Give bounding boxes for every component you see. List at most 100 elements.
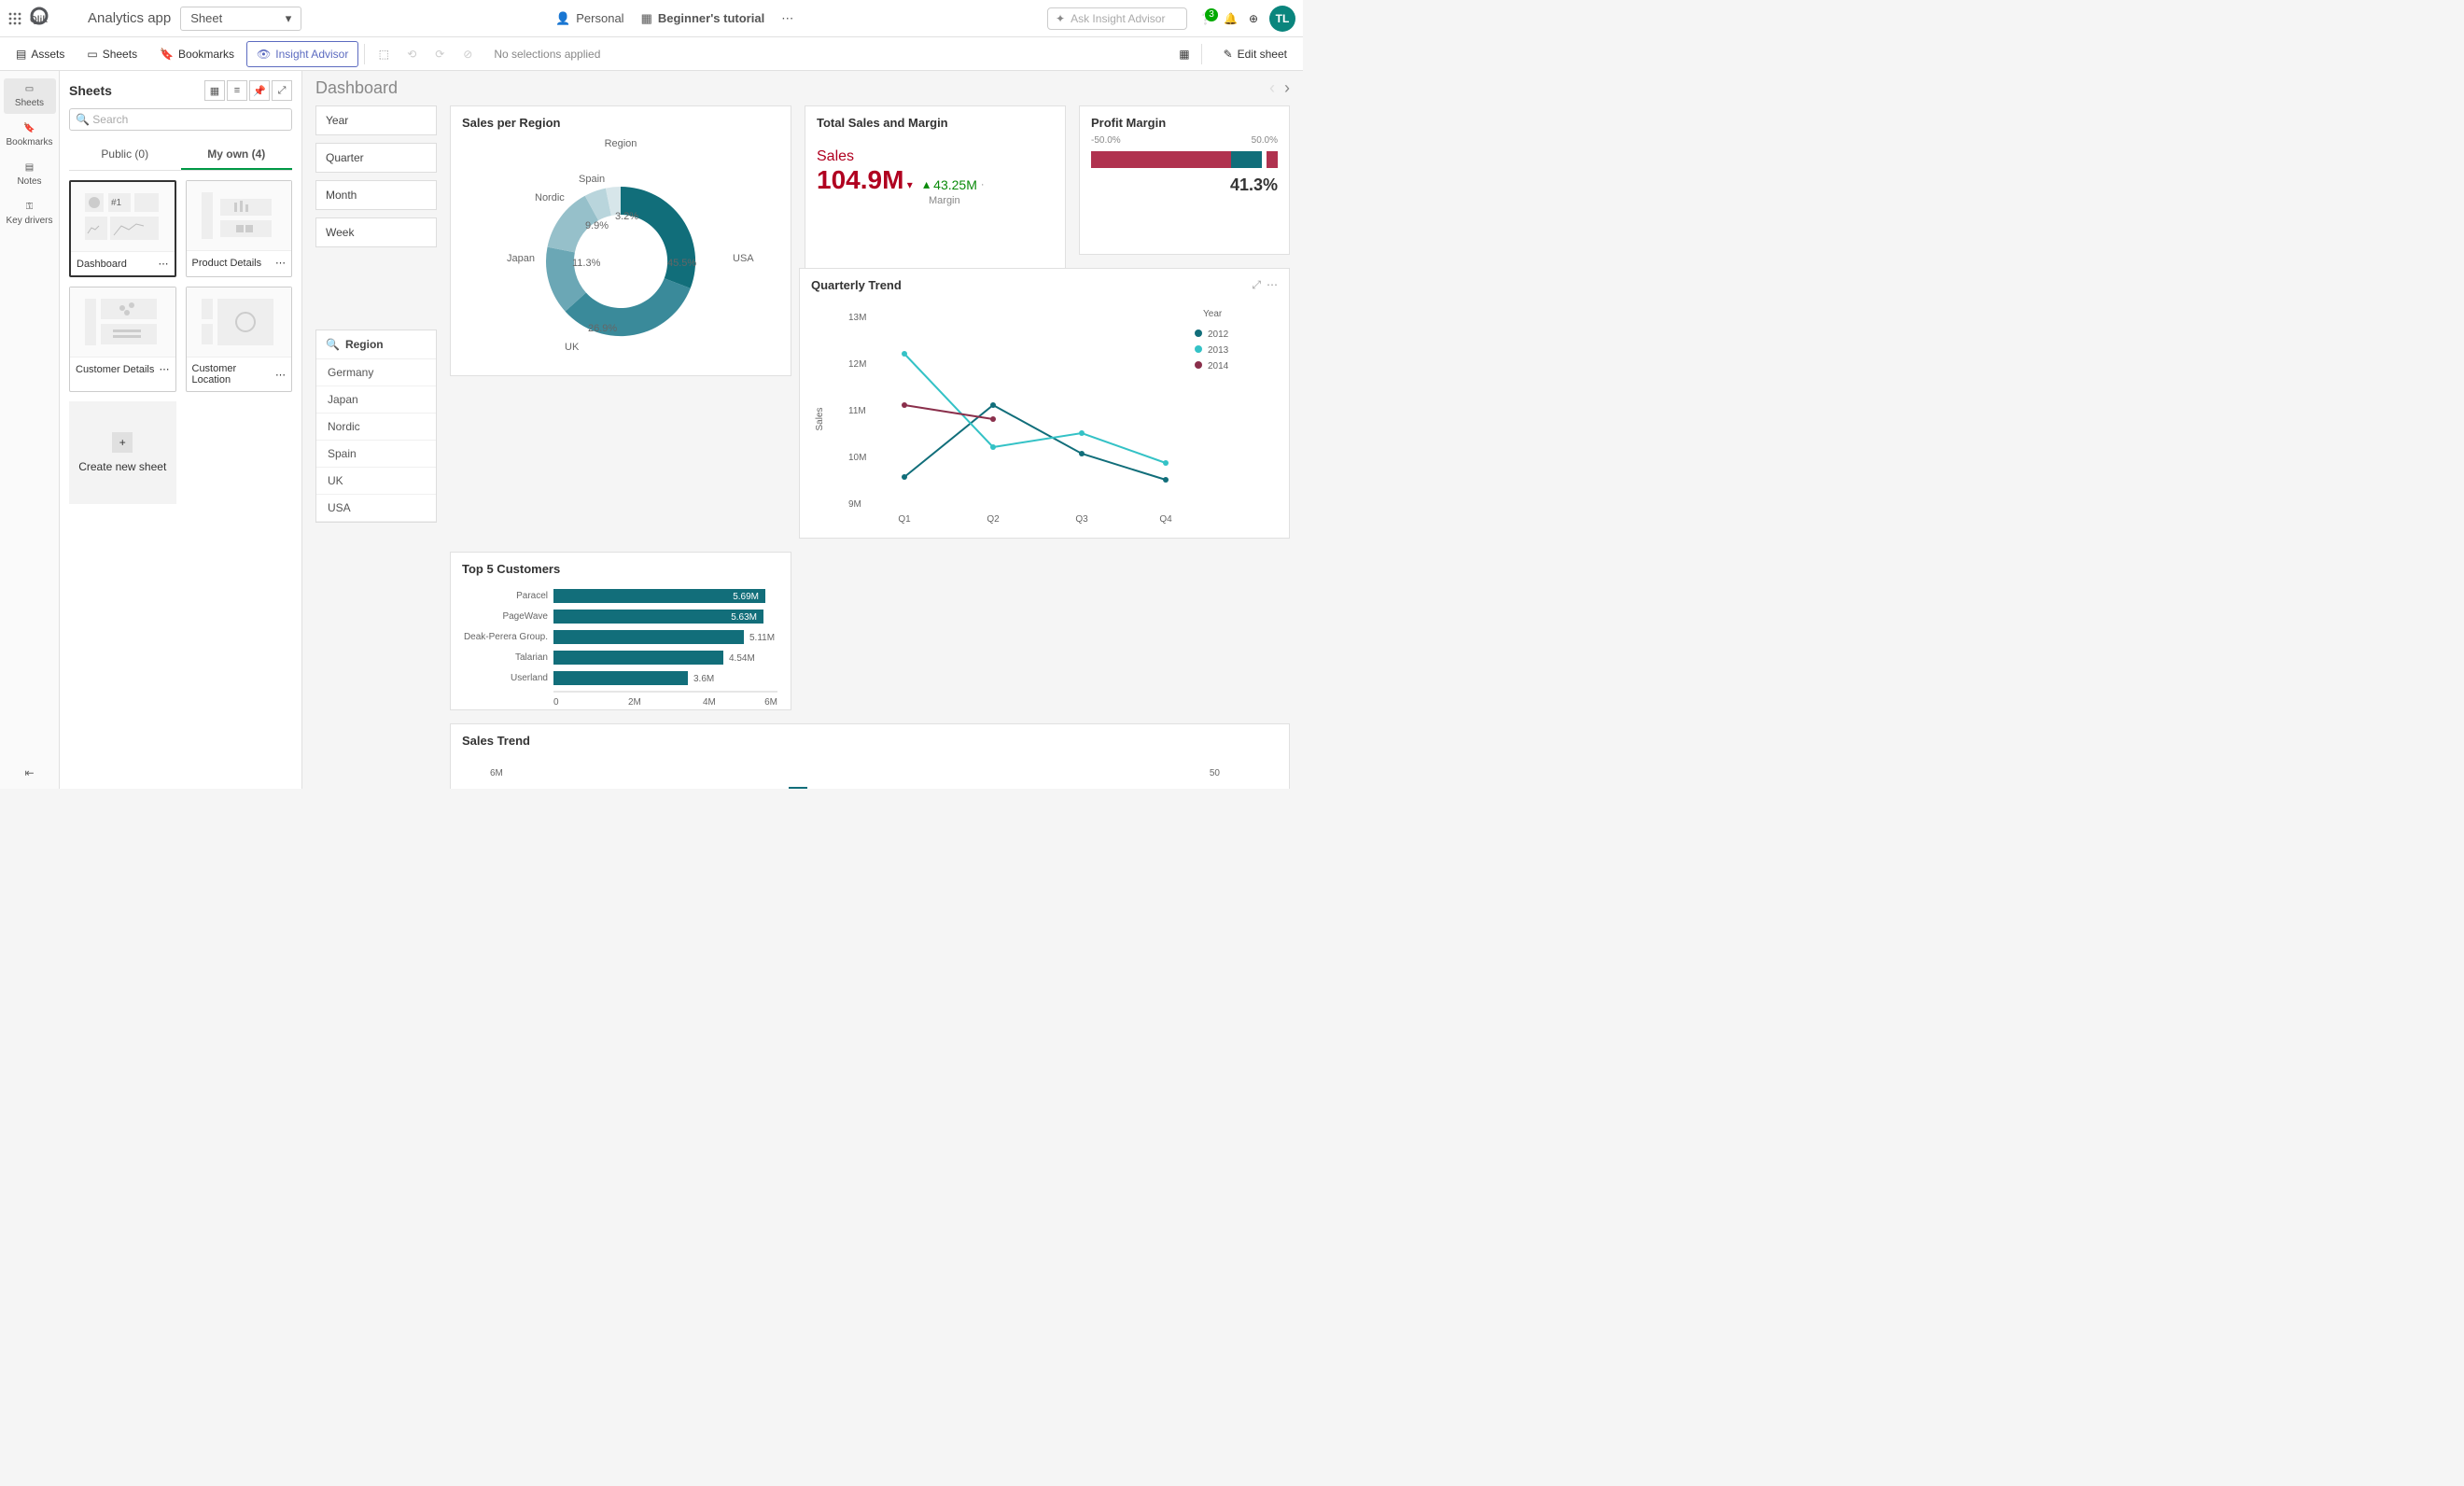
thumb-more-icon[interactable]: ⋯: [275, 369, 286, 381]
step-fwd-icon[interactable]: ⟳: [432, 47, 447, 62]
filter-month[interactable]: Month: [315, 180, 437, 210]
filter-quarter[interactable]: Quarter: [315, 143, 437, 173]
filter-week[interactable]: Week: [315, 217, 437, 247]
svg-text:4.54M: 4.54M: [729, 653, 755, 664]
rail-notes-label: Notes: [17, 176, 41, 187]
personal-button[interactable]: 👤Personal: [555, 11, 624, 26]
rail-keydrivers[interactable]: ⚿Key drivers: [4, 196, 56, 231]
region-item[interactable]: Japan: [316, 386, 436, 414]
quarterly-trend-card[interactable]: Quarterly Trend ⤢⋯ Sales 13M12M11M10M9M …: [799, 268, 1290, 539]
sheet-icon: ▭: [25, 84, 34, 94]
svg-text:Q1: Q1: [898, 514, 911, 525]
more-icon[interactable]: ⋯: [1267, 278, 1278, 298]
tab-myown[interactable]: My own (4): [181, 140, 293, 170]
svg-text:5.11M: 5.11M: [749, 633, 775, 643]
pin-icon[interactable]: 📌: [249, 80, 270, 101]
sheet-thumb-customer-location[interactable]: Customer Location⋯: [186, 287, 293, 392]
view-list-icon[interactable]: ≡: [227, 80, 247, 101]
bell-icon[interactable]: 🔔: [1224, 12, 1238, 25]
svg-text:6M: 6M: [764, 697, 777, 708]
thumb-more-icon[interactable]: ⋯: [275, 257, 286, 269]
sales-trend-card[interactable]: Sales Trend Sales Margin (%) 6M4M2M 5040…: [450, 723, 1290, 789]
search-icon[interactable]: 🔍: [326, 338, 340, 351]
profit-right-label: 50.0%: [1252, 135, 1278, 146]
svg-text:50: 50: [1210, 768, 1221, 778]
region-item[interactable]: UK: [316, 468, 436, 495]
svg-text:2013: 2013: [1208, 345, 1229, 356]
more-menu[interactable]: ⋯: [781, 11, 793, 26]
collapse-rail-icon[interactable]: ⇤: [24, 766, 34, 779]
profit-margin-card[interactable]: Profit Margin -50.0% 50.0% 41.3%: [1079, 105, 1290, 255]
view-grid-icon[interactable]: ▦: [204, 80, 225, 101]
svg-text:10M: 10M: [848, 453, 866, 463]
region-title: Region: [345, 338, 384, 351]
rail-sheets[interactable]: ▭Sheets: [4, 78, 56, 114]
svg-text:9M: 9M: [848, 499, 861, 510]
help-badge: 3: [1205, 8, 1218, 21]
region-item[interactable]: Nordic: [316, 414, 436, 441]
svg-text:USA: USA: [733, 253, 754, 264]
user-avatar[interactable]: TL: [1269, 6, 1295, 32]
assets-button[interactable]: ▤Assets: [6, 41, 75, 67]
thumb-more-icon[interactable]: ⋯: [160, 363, 170, 375]
region-item[interactable]: Germany: [316, 359, 436, 386]
app-icon: ▦: [641, 11, 652, 26]
top5-customers-card[interactable]: Top 5 Customers ParacelPageWaveDeak-Pere…: [450, 552, 791, 710]
sales-trend-chart: Sales Margin (%) 6M4M2M 504030 2012-Jan2…: [462, 753, 1246, 789]
sparkle-icon: ✦: [1056, 12, 1065, 25]
edit-sheet-button[interactable]: ✎Edit sheet: [1213, 41, 1297, 67]
sheet-thumb-customer-details[interactable]: Customer Details ⋯: [69, 287, 176, 392]
top5-chart: ParacelPageWaveDeak-Perera Group.Talaria…: [462, 582, 779, 712]
create-sheet-label: Create new sheet: [78, 460, 166, 473]
tutorial-button[interactable]: ▦Beginner's tutorial: [641, 11, 765, 26]
sales-per-region-title: Sales per Region: [462, 116, 779, 130]
sheet-dropdown[interactable]: Sheet ▾: [180, 7, 301, 31]
sheet-thumb-product[interactable]: Product Details⋯: [186, 180, 293, 277]
apps-grid-icon[interactable]: [7, 11, 22, 26]
thumb-label: Customer Details: [76, 364, 154, 375]
sheets-search[interactable]: 🔍 Search: [69, 108, 292, 131]
svg-text:Japan: Japan: [507, 253, 535, 264]
region-item[interactable]: Spain: [316, 441, 436, 468]
person-icon: 👤: [555, 11, 570, 26]
sheet-thumb-dashboard[interactable]: #1 Dashboard⋯: [69, 180, 176, 277]
tab-public[interactable]: Public (0): [69, 140, 181, 170]
add-icon[interactable]: ⊕: [1249, 12, 1258, 25]
svg-text:Talarian: Talarian: [515, 652, 548, 663]
region-item[interactable]: USA: [316, 495, 436, 522]
filter-year[interactable]: Year: [315, 105, 437, 135]
step-back-icon[interactable]: ⟲: [404, 47, 419, 62]
bookmarks-label: Bookmarks: [178, 48, 234, 61]
quarterly-trend-chart: Sales 13M12M11M10M9M Q1Q2Q3Q4: [811, 298, 1240, 536]
svg-text:4M: 4M: [703, 697, 716, 708]
svg-text:Paracel: Paracel: [516, 591, 548, 601]
next-sheet-icon[interactable]: ›: [1284, 78, 1290, 98]
rail-notes[interactable]: ▤Notes: [4, 157, 56, 192]
edit-sheet-label: Edit sheet: [1238, 48, 1287, 61]
bookmarks-button[interactable]: 🔖Bookmarks: [149, 41, 245, 67]
thumb-more-icon[interactable]: ⋯: [159, 258, 169, 270]
sheets-button[interactable]: ▭Sheets: [77, 41, 147, 67]
clear-selections-icon[interactable]: ⊘: [460, 47, 475, 62]
insight-advisor-button[interactable]: 👁Insight Advisor: [246, 41, 358, 67]
prev-sheet-icon[interactable]: ‹: [1269, 78, 1275, 98]
svg-text:Spain: Spain: [579, 174, 605, 185]
chevron-down-icon: ▾: [286, 11, 292, 26]
help-button[interactable]: ❔ 3: [1198, 12, 1212, 25]
insight-search[interactable]: ✦ Ask Insight Advisor: [1047, 7, 1187, 30]
sheets-label: Sheets: [103, 48, 137, 61]
smart-select-icon[interactable]: ⬚: [376, 47, 391, 62]
svg-text:Deak-Perera Group.: Deak-Perera Group.: [464, 632, 548, 642]
thumb-label: Customer Location: [192, 363, 276, 386]
qtrend-title: Quarterly Trend: [811, 278, 902, 292]
fullscreen-icon[interactable]: ⤢: [1252, 278, 1261, 298]
bookmark-icon: 🔖: [23, 123, 35, 133]
assets-icon: ▤: [16, 48, 26, 61]
create-new-sheet[interactable]: + Create new sheet: [69, 401, 176, 504]
rail-keydrivers-label: Key drivers: [6, 216, 52, 226]
rail-bookmarks[interactable]: 🔖 Bookmarks: [4, 118, 56, 153]
expand-icon[interactable]: ⤢: [272, 80, 292, 101]
grid-view-icon[interactable]: ▦: [1179, 48, 1189, 61]
rail-bookmarks-label: Bookmarks: [6, 137, 52, 147]
plus-icon: +: [112, 432, 133, 453]
